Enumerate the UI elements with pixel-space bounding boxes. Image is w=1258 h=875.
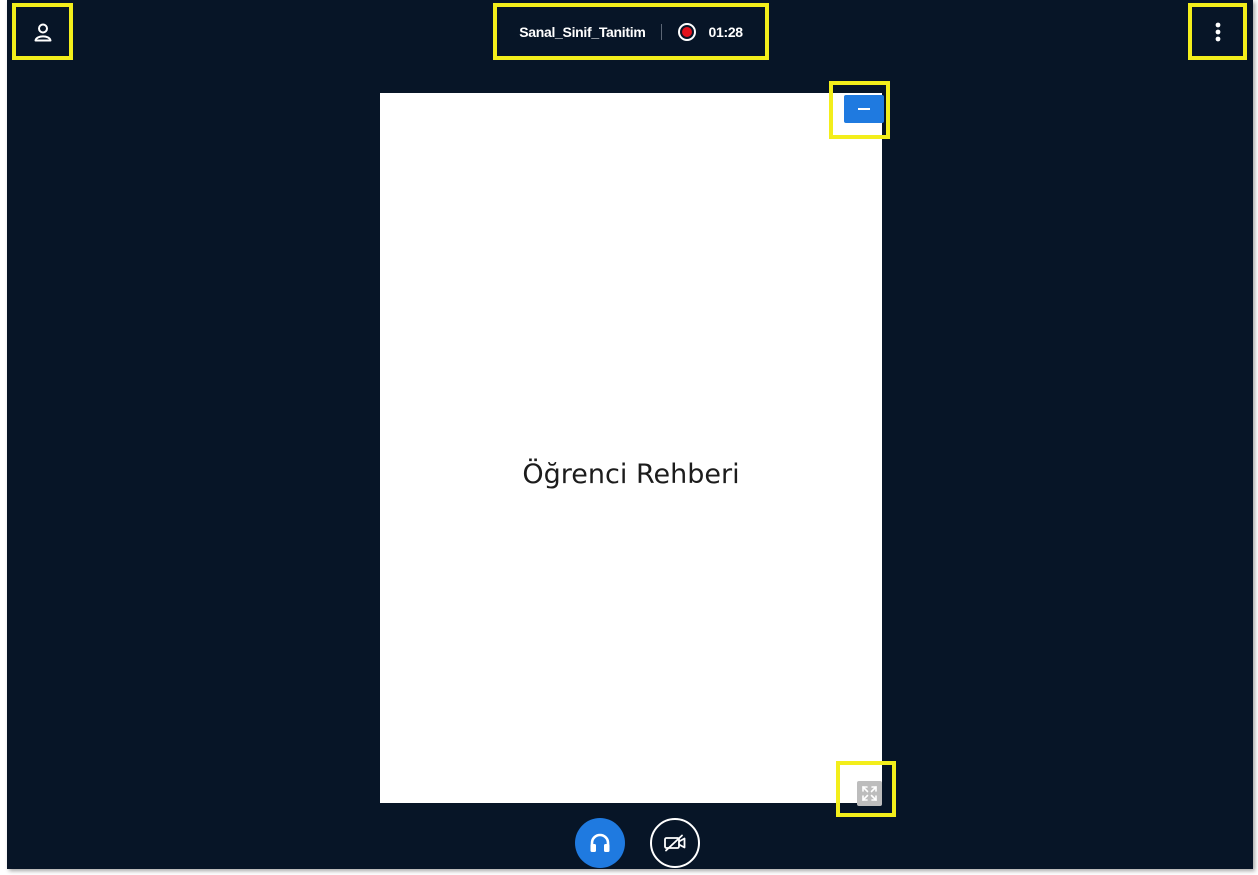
session-info: Sanal_Sinif_Tanitim 01:28 (493, 3, 769, 60)
video-off-icon (664, 834, 686, 852)
minimize-highlight (829, 81, 890, 139)
slide-title: Öğrenci Rehberi (522, 459, 740, 490)
user-button[interactable] (12, 3, 73, 60)
minimize-button[interactable] (844, 95, 884, 123)
separator (661, 23, 663, 40)
fullscreen-icon (862, 786, 877, 801)
presentation-slide: Öğrenci Rehberi (380, 93, 882, 803)
session-name: Sanal_Sinif_Tanitim (519, 23, 646, 40)
fullscreen-highlight (836, 761, 896, 817)
fullscreen-button[interactable] (857, 781, 882, 806)
more-options-button[interactable] (1188, 3, 1247, 60)
record-icon (678, 22, 697, 41)
audio-button[interactable] (575, 818, 625, 868)
virtual-classroom-window: Sanal_Sinif_Tanitim 01:28 Öğrenci Rehber… (7, 0, 1253, 869)
recording-timer: 01:28 (708, 23, 743, 40)
more-vertical-icon (1215, 22, 1220, 41)
user-icon (34, 23, 51, 41)
minimize-icon (858, 108, 870, 110)
video-button[interactable] (650, 818, 700, 868)
headphones-icon (590, 833, 610, 852)
